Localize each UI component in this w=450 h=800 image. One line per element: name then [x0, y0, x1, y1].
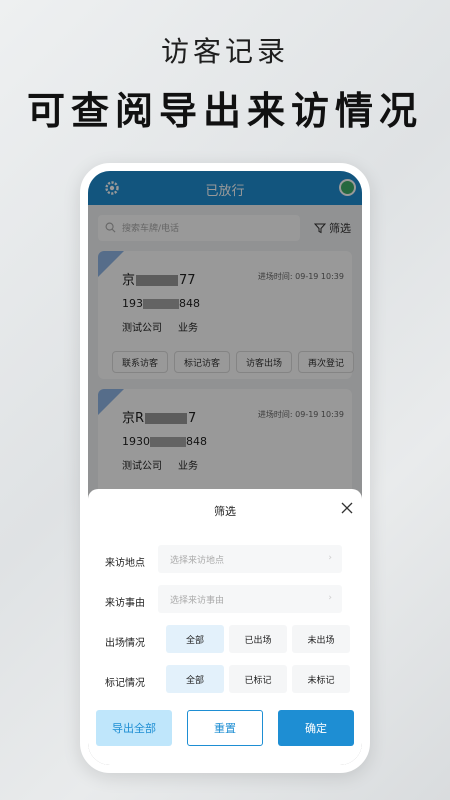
reason-select[interactable]: 选择来访事由 › [158, 585, 342, 613]
filter-footer: 导出全部 重置 确定 [96, 710, 354, 746]
confirm-button[interactable]: 确定 [278, 710, 354, 746]
phone-frame: 已放行 搜索车牌/电话 筛选 京 77 进场时间: 09-19 10:39 193… [80, 163, 370, 773]
exit-status-option-not-exited[interactable]: 未出场 [292, 625, 350, 653]
mark-status-option-unmarked[interactable]: 未标记 [292, 665, 350, 693]
export-all-button[interactable]: 导出全部 [96, 710, 172, 746]
exit-status-option-all[interactable]: 全部 [166, 625, 224, 653]
filter-sheet-title: 筛选 [214, 505, 236, 518]
app-screen: 已放行 搜索车牌/电话 筛选 京 77 进场时间: 09-19 10:39 193… [88, 171, 362, 765]
location-select[interactable]: 选择来访地点 › [158, 545, 342, 573]
filter-sheet: 筛选 来访地点 选择来访地点 › 来访事由 选择来访事由 › 出场情况 全部 已… [88, 489, 362, 765]
headline-subtitle: 可查阅导出来访情况 [26, 89, 423, 133]
reset-button[interactable]: 重置 [187, 710, 263, 746]
close-icon[interactable] [340, 501, 354, 515]
chevron-right-icon: › [328, 553, 332, 563]
reason-placeholder: 选择来访事由 [170, 596, 225, 606]
headline-title: 访客记录 [160, 35, 289, 68]
chevron-right-icon: › [328, 593, 332, 603]
reason-label: 来访事由 [105, 598, 145, 609]
location-label: 来访地点 [105, 558, 145, 569]
mark-status-label: 标记情况 [105, 678, 145, 689]
exit-status-label: 出场情况 [105, 638, 145, 649]
mark-status-option-marked[interactable]: 已标记 [229, 665, 287, 693]
mark-status-option-all[interactable]: 全部 [166, 665, 224, 693]
exit-status-option-exited[interactable]: 已出场 [229, 625, 287, 653]
location-placeholder: 选择来访地点 [170, 556, 225, 566]
